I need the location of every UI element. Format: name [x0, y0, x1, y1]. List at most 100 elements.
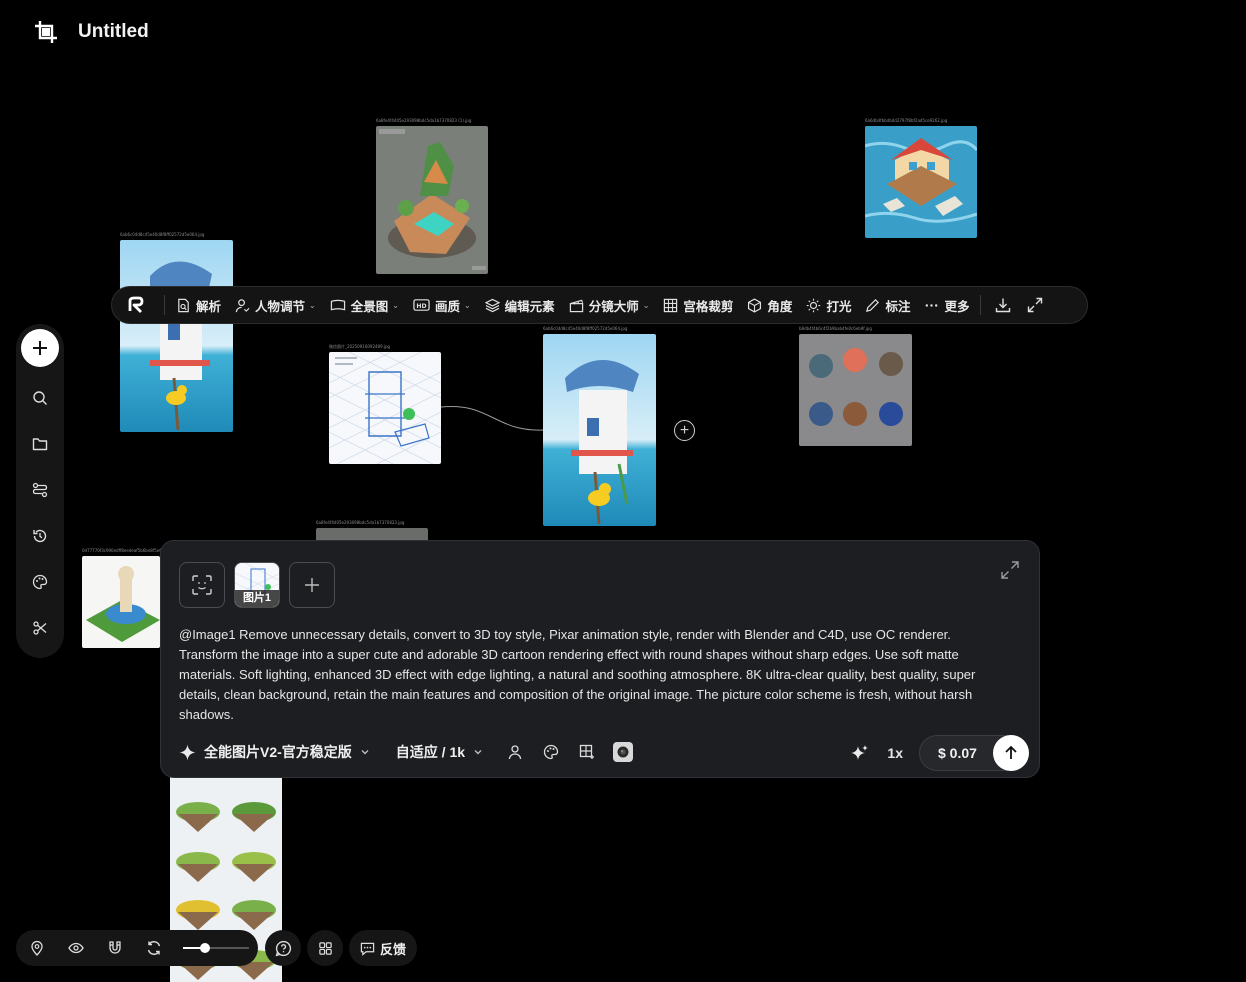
- feedback-button[interactable]: 反馈: [349, 930, 417, 966]
- toolbar-label: 分镜大师: [588, 299, 639, 314]
- pen-icon: [866, 298, 880, 312]
- palette-icon: [32, 574, 48, 590]
- node-caption: 6a8fe4f4d05e293098bdc5da1b7370823.jpg: [316, 520, 405, 525]
- toolbar-label: 解析: [196, 299, 222, 314]
- scissors-icon: [33, 621, 47, 635]
- model-selector[interactable]: 全能图片V2-官方稳定版: [179, 742, 370, 762]
- toolbar-label: 编辑元素: [504, 299, 555, 314]
- folder-button[interactable]: [28, 432, 52, 456]
- feedback-label: 反馈: [379, 941, 406, 957]
- workflow-button[interactable]: [28, 478, 52, 502]
- toolbar-edit-elements[interactable]: 编辑元素: [478, 291, 562, 319]
- toolbar-divider: [980, 295, 982, 315]
- generation-options: 全能图片V2-官方稳定版 自适应 / 1k: [179, 739, 634, 765]
- add-reference-button[interactable]: [289, 562, 335, 608]
- magnet-icon: [109, 941, 121, 954]
- history-icon: [33, 529, 47, 543]
- toolbar-label: 更多: [944, 299, 970, 314]
- size-value: 自适应 / 1k: [395, 744, 466, 760]
- chevron-down-icon: ⌄: [309, 300, 316, 310]
- toolbar-divider: [164, 295, 165, 315]
- palette-icon: [543, 744, 559, 760]
- location-button[interactable]: [25, 936, 49, 960]
- snap-button[interactable]: [103, 936, 127, 960]
- download-icon: [996, 298, 1011, 313]
- toolbar-label: 人物调节: [255, 299, 306, 314]
- map-pin-icon: [31, 940, 43, 956]
- add-node-button[interactable]: +: [674, 420, 695, 441]
- toolbar-label: 打光: [826, 299, 852, 314]
- node-caption: 0d77770f3c990edff8eedeaf5b6be8f5e6f.jpg: [82, 548, 171, 553]
- toolbar-analyze[interactable]: 解析: [169, 291, 228, 319]
- style-button[interactable]: [541, 742, 561, 762]
- size-selector[interactable]: 自适应 / 1k: [396, 742, 483, 762]
- refresh-button[interactable]: [142, 936, 166, 960]
- sparkle-icon: [179, 744, 196, 760]
- reference-image-1[interactable]: 图片1: [234, 562, 280, 608]
- toolbar-label: 全景图: [350, 299, 389, 314]
- arrow-up-icon: [1005, 745, 1017, 759]
- expand-panel-icon[interactable]: [999, 559, 1021, 581]
- camera-button[interactable]: [613, 742, 634, 762]
- toolbar-more[interactable]: 更多: [917, 291, 976, 319]
- zoom-slider[interactable]: [183, 943, 249, 953]
- toolbar-label: 角度: [767, 299, 793, 314]
- prompt-textarea[interactable]: @Image1 Remove unnecessary details, conv…: [179, 625, 1009, 725]
- svg-text:HD: HD: [416, 303, 426, 310]
- sun-icon: [807, 298, 821, 312]
- prompt-panel: 图片1 @Image1 Remove unnecessary details, …: [160, 540, 1040, 778]
- fullscreen-button[interactable]: [1021, 291, 1049, 319]
- layers-icon: [484, 298, 500, 312]
- toolbar-quality[interactable]: HD 画质 ⌄: [406, 291, 478, 319]
- toolbar-storyboard[interactable]: 分镜大师 ⌄: [562, 291, 657, 319]
- toolbar-annotate[interactable]: 标注: [858, 291, 917, 319]
- face-scan-icon: [192, 575, 212, 595]
- send-button[interactable]: [993, 735, 1029, 771]
- toolbar-grid-crop[interactable]: 宫格裁剪: [656, 291, 740, 319]
- toolbar-angle[interactable]: 角度: [740, 291, 799, 319]
- grid-icon: [664, 298, 678, 312]
- apps-grid-icon: [318, 941, 332, 955]
- toolbar-person-adjust[interactable]: 人物调节 ⌄: [228, 291, 323, 319]
- scissors-button[interactable]: [28, 616, 52, 640]
- app-logo-icon[interactable]: [122, 291, 150, 319]
- zoom-slider-handle[interactable]: [199, 943, 210, 953]
- magic-sparkle-icon[interactable]: [851, 744, 869, 762]
- price-value: $ 0.07: [938, 745, 977, 761]
- layout-button[interactable]: [577, 742, 597, 762]
- toolbar-label: 标注: [885, 299, 911, 314]
- more-icon: [926, 303, 938, 307]
- refresh-icon: [147, 941, 161, 955]
- toolbar-panorama[interactable]: 全景图 ⌄: [323, 291, 406, 319]
- history-button[interactable]: [28, 524, 52, 548]
- price-display: $ 0.07: [919, 735, 1029, 771]
- chevron-down-icon: ⌄: [392, 300, 399, 310]
- node-caption: 6ab6c04d8c45e40d8f8ff02572d5e064.jpg: [543, 326, 628, 331]
- cube-icon: [748, 297, 762, 313]
- node-image: [82, 556, 160, 648]
- chevron-down-icon: ⌄: [642, 300, 650, 310]
- character-button[interactable]: [505, 742, 525, 762]
- face-select-button[interactable]: [179, 562, 225, 608]
- person-icon: [508, 745, 522, 760]
- palette-button[interactable]: [28, 570, 52, 594]
- page-title[interactable]: Untitled: [78, 21, 149, 43]
- add-button[interactable]: [21, 329, 59, 367]
- apps-button[interactable]: [307, 930, 343, 966]
- node-image: [865, 126, 977, 238]
- help-chat-icon: [275, 940, 291, 956]
- reference-label: 图片1: [235, 590, 279, 607]
- batch-multiplier[interactable]: 1x: [887, 745, 903, 761]
- node-caption: 6a8fe4f4d05e293098bdc5da1b7370823 (1).jp…: [376, 118, 472, 123]
- left-toolbar: [16, 324, 64, 658]
- visibility-button[interactable]: [64, 936, 88, 960]
- hd-icon: HD: [413, 299, 430, 311]
- help-button[interactable]: [265, 930, 301, 966]
- download-button[interactable]: [989, 291, 1017, 319]
- search-button[interactable]: [28, 386, 52, 410]
- node-image: [329, 352, 441, 464]
- node-image: [543, 334, 656, 526]
- toolbar-lighting[interactable]: 打光: [799, 291, 858, 319]
- panorama-icon: [330, 299, 345, 311]
- plus-icon: [305, 578, 319, 592]
